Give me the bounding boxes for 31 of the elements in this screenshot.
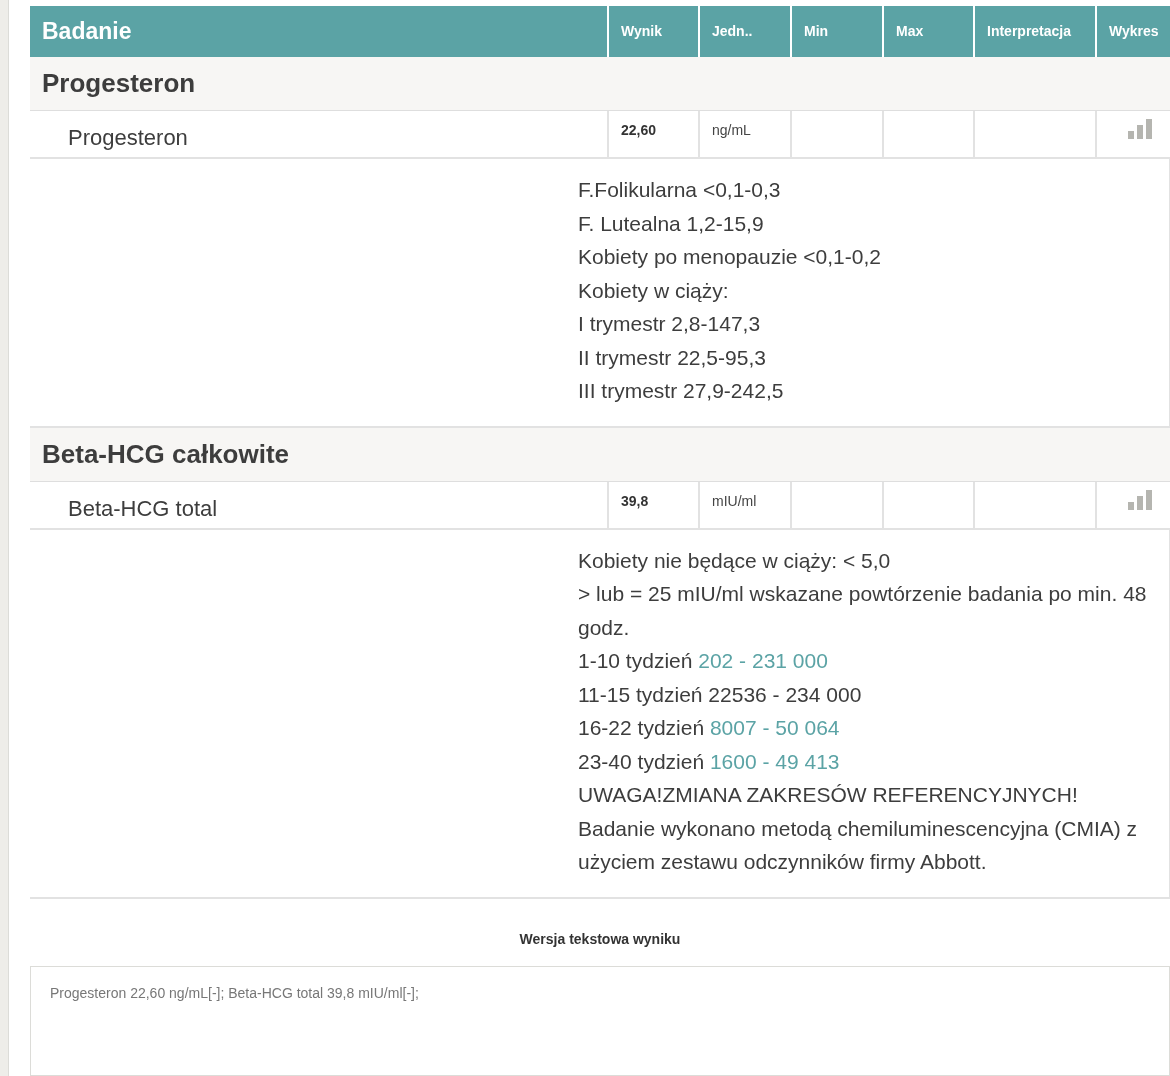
- unit-cell: mIU/ml: [698, 481, 790, 528]
- unit-cell: ng/mL: [698, 111, 790, 157]
- reference-note: Badanie wykonano metodą chemiluminescencyjna (CMIA) z użyciem zestawu odczynników firmy Abbott.: [578, 815, 1139, 875]
- reference-note: F. Lutealna 1,2-15,9: [578, 210, 765, 237]
- result-cell: 39,8: [607, 481, 698, 528]
- reference-note: I trymestr 2,8-147,3: [578, 311, 762, 337]
- group-header: Progesteron: [30, 57, 1170, 111]
- reference-note: Kobiety w ciąży:: [578, 277, 730, 304]
- column-header: Badanie: [41, 17, 133, 47]
- test-name-cell-text: Progesteron: [67, 124, 189, 152]
- reference-note: 16-22 tydzień 8007 - 50 064: [578, 715, 841, 741]
- bar-chart-icon[interactable]: [1128, 119, 1152, 139]
- bar-chart-icon[interactable]: [1128, 489, 1152, 510]
- reference-note: 11-15 tydzień 22536 - 234 000: [578, 681, 863, 708]
- reference-note: > lub = 25 mIU/ml wskazane powtórzenie badania po min. 48 godz.: [578, 581, 1148, 641]
- reference-note: II trymestr 22,5-95,3: [578, 344, 767, 371]
- test-name-cell-text: Beta-HCG total: [67, 494, 219, 523]
- result-cell: 22,60: [607, 111, 698, 157]
- reference-note: 23-40 tydzień 1600 - 49 413: [578, 748, 841, 775]
- group-header: Beta-HCG całkowite: [30, 427, 1170, 482]
- reference-note: F.Folikularna <0,1-0,3: [578, 177, 782, 203]
- reference-note: Kobiety po menopauzie <0,1-0,2: [578, 244, 882, 270]
- reference-note: 1-10 tydzień 202 - 231 000: [578, 648, 829, 674]
- range-link[interactable]: 1600 - 49 413: [709, 749, 840, 773]
- range-link[interactable]: 202 - 231 000: [698, 649, 828, 672]
- reference-note: Kobiety nie będące w ciąży: < 5,0: [578, 547, 892, 574]
- range-link[interactable]: 8007 - 50 064: [709, 716, 840, 739]
- reference-note: III trymestr 27,9-242,5: [578, 378, 785, 404]
- section-title: Wersja tekstowa wyniku: [518, 929, 682, 949]
- text-result-field[interactable]: Progesteron 22,60 ng/mL[-]; Beta-HCG total 39,8 mIU/ml[-];: [30, 965, 1170, 1076]
- reference-note: UWAGA!ZMIANA ZAKRESÓW REFERENCYJNYCH!: [578, 782, 1079, 808]
